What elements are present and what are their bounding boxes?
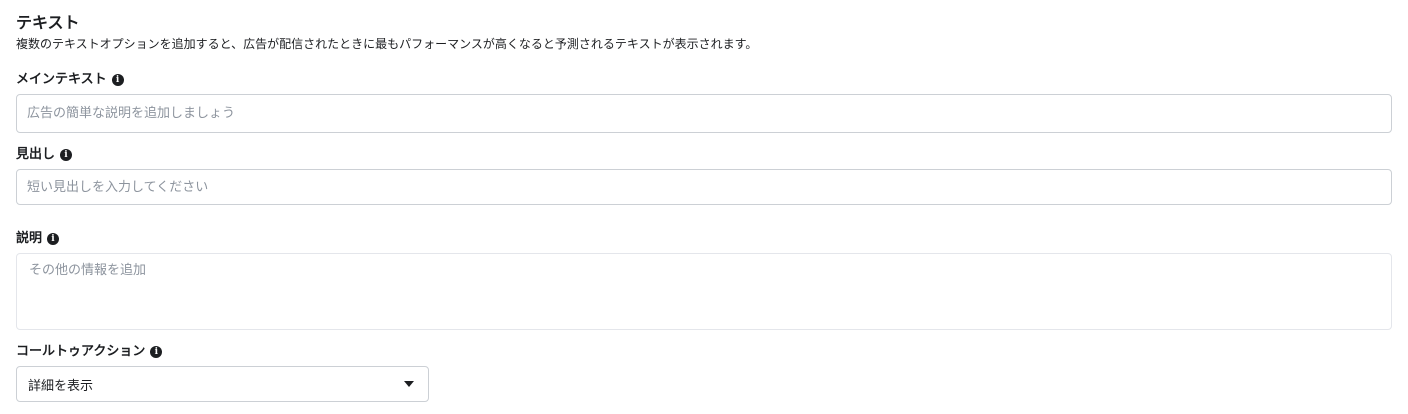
description-textarea[interactable] (16, 253, 1392, 330)
info-icon[interactable]: i (111, 74, 124, 86)
call-to-action-label: コールトゥアクション i (16, 343, 163, 361)
call-to-action-selected: 詳細を表示 (28, 378, 94, 394)
call-to-action-dropdown[interactable]: 詳細を表示 (16, 366, 429, 402)
section-description: 複数のテキストオプションを追加すると、広告が配信されたときに最もパフォーマンスが… (16, 37, 758, 51)
headline-label-text: 見出し (16, 147, 56, 162)
description-label: 説明 i (16, 230, 60, 248)
primary-text-input[interactable] (16, 94, 1392, 133)
info-icon[interactable]: i (47, 233, 60, 245)
primary-text-label: メインテキスト i (16, 71, 124, 89)
info-icon[interactable]: i (150, 346, 163, 358)
call-to-action-label-text: コールトゥアクション (16, 344, 146, 359)
chevron-down-icon (404, 381, 414, 387)
section-title: テキスト (16, 13, 80, 32)
headline-label: 見出し i (16, 146, 73, 164)
primary-text-label-text: メインテキスト (16, 72, 107, 87)
description-label-text: 説明 (16, 231, 43, 246)
headline-input[interactable] (16, 169, 1392, 205)
info-icon[interactable]: i (60, 149, 73, 161)
